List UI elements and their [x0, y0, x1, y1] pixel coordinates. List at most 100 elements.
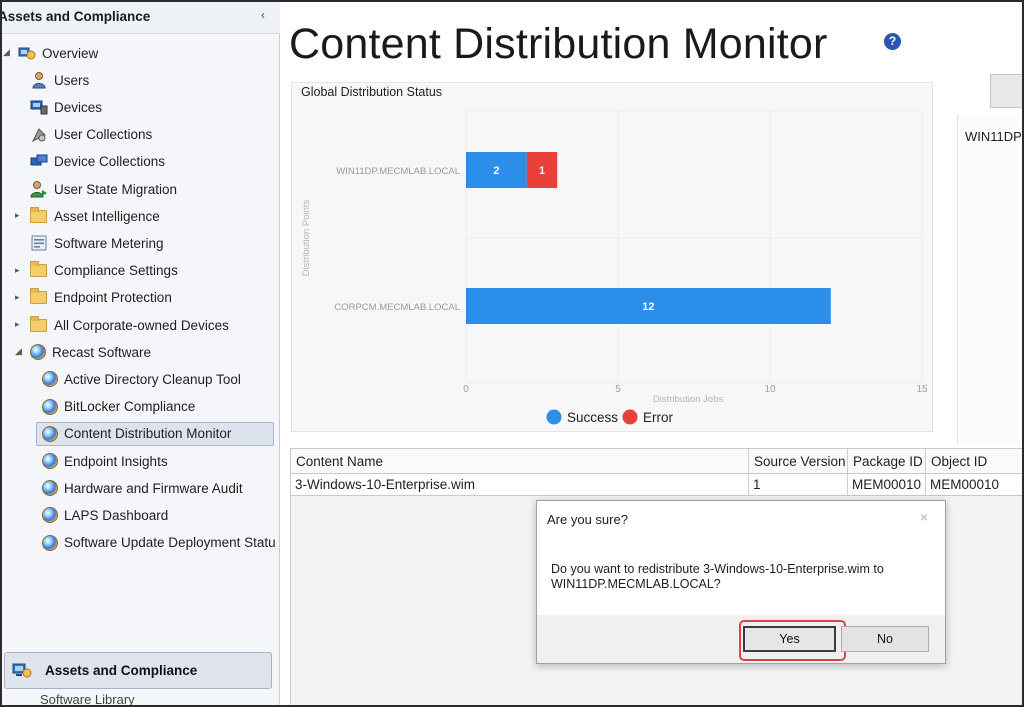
tree-item-endpoint-protection[interactable]: ▸ Endpoint Protection	[15, 286, 172, 310]
dialog-message: Do you want to redistribute 3-Windows-10…	[551, 562, 884, 591]
tree-item-label: Devices	[54, 99, 103, 115]
workspace-button-assets-and-compliance[interactable]: Assets and Compliance	[4, 652, 272, 689]
cell-package-id: MEM00010	[848, 474, 926, 495]
tree-item-label: Hardware and Firmware Audit	[64, 480, 243, 496]
tree-item-asset-intelligence[interactable]: ▸ Asset Intelligence	[15, 204, 160, 228]
legend-marker-error	[622, 409, 638, 425]
tree-item-hardware-and-firmware-audit[interactable]: Hardware and Firmware Audit	[42, 476, 243, 500]
tree-item-software-update-deployment-statu[interactable]: Software Update Deployment Statu	[42, 531, 276, 555]
tree-item-label: Recast Software	[52, 344, 152, 360]
cell-source-version: 1	[749, 474, 848, 495]
cell-content-name: 3-Windows-10-Enterprise.wim	[291, 474, 749, 495]
folder-icon	[30, 315, 47, 332]
legend-label-success: Success	[567, 410, 618, 425]
device-collections-icon	[30, 154, 48, 166]
x-axis-label: Distribution Jobs	[653, 394, 723, 405]
tree-item-content-distribution-monitor[interactable]: Content Distribution Monitor	[36, 421, 274, 446]
close-icon[interactable]: ×	[920, 509, 928, 525]
column-header-source-version[interactable]: Source Version	[749, 449, 848, 474]
expand-arrow-icon[interactable]: ▸	[15, 265, 20, 276]
tree-item-label: Users	[54, 72, 90, 88]
collapse-pane-icon[interactable]: ‹	[261, 8, 265, 22]
tree-item-label: User State Migration	[54, 181, 178, 197]
navigation-pane: Assets and Compliance ‹ ◢ Overview Users De…	[2, 2, 280, 705]
data-label-error-0: 1	[539, 165, 545, 177]
distribution-point-label: WIN11DP	[965, 129, 1022, 144]
tree-item-software-metering[interactable]: Software Metering	[30, 231, 164, 255]
grid-header: Content Name Source Version Package ID O…	[291, 448, 1022, 474]
tree-item-label: Active Directory Cleanup Tool	[64, 371, 241, 387]
tree-item-devices[interactable]: Devices	[30, 95, 102, 119]
distribution-point-panel: WIN11DP	[957, 114, 1022, 444]
tree-item-label: Compliance Settings	[54, 263, 178, 279]
tree-item-label: Endpoint Protection	[54, 290, 172, 306]
table-row[interactable]: 3-Windows-10-Enterprise.wim 1 MEM00010 M…	[291, 474, 1022, 496]
chart-title: Global Distribution Status	[301, 85, 443, 99]
tree-item-overview[interactable]: ◢ Overview	[3, 41, 99, 65]
data-label-success-1: 12	[642, 301, 654, 313]
users-icon	[32, 72, 46, 89]
folder-icon	[30, 206, 47, 223]
x-tick-label-10: 10	[764, 384, 776, 395]
tree-item-user-collections[interactable]: User Collections	[30, 123, 152, 147]
x-tick-label-5: 5	[615, 384, 621, 395]
tree-item-active-directory-cleanup-tool[interactable]: Active Directory Cleanup Tool	[42, 367, 241, 391]
tree-item-label: Endpoint Insights	[64, 453, 168, 469]
tree-item-user-state-migration[interactable]: User State Migration	[30, 177, 177, 201]
dialog-button-bar: Yes No	[537, 615, 945, 663]
tree-item-label: LAPS Dashboard	[64, 507, 169, 523]
x-tick-label-0: 0	[463, 384, 469, 395]
legend-marker-success	[546, 409, 562, 425]
navigation-header: Assets and Compliance ‹	[2, 2, 280, 34]
recast-orb-icon	[42, 425, 58, 442]
collapse-arrow-icon[interactable]: ◢	[3, 47, 10, 58]
software-metering-icon	[31, 235, 47, 251]
tree-item-endpoint-insights[interactable]: Endpoint Insights	[42, 449, 168, 473]
tree-item-laps-dashboard[interactable]: LAPS Dashboard	[42, 503, 168, 527]
no-button[interactable]: No	[841, 626, 929, 652]
recast-orb-icon	[42, 398, 58, 415]
console-window: Assets and Compliance ‹ ◢ Overview Users De…	[0, 0, 1024, 707]
confirm-redistribute-dialog: Are you sure? × Do you want to redistrib…	[536, 500, 946, 664]
dialog-title: Are you sure?	[547, 512, 628, 527]
global-distribution-status-chart: 2 1 WIN11DP.MECMLAB.LOCAL 12 CORPCM.MECMLAB.…	[291, 82, 933, 432]
column-header-content-name[interactable]: Content Name	[291, 449, 749, 474]
tree-item-compliance-settings[interactable]: ▸ Compliance Settings	[15, 259, 178, 283]
tree-item-label: Content Distribution Monitor	[64, 426, 232, 442]
tree-item-label: Device Collections	[54, 154, 166, 170]
user-collections-icon	[31, 127, 46, 142]
assets-and-compliance-icon	[12, 663, 32, 677]
collapse-arrow-icon[interactable]: ◢	[15, 346, 22, 357]
page-title: Content Distribution Monitor	[289, 20, 828, 68]
legend-label-error: Error	[643, 410, 674, 425]
recast-orb-icon	[42, 453, 58, 469]
expand-arrow-icon[interactable]: ▸	[15, 210, 20, 221]
folder-icon	[30, 288, 47, 305]
tree-item-label: All Corporate-owned Devices	[54, 317, 229, 333]
tree-item-bitlocker-compliance[interactable]: BitLocker Compliance	[42, 395, 195, 419]
workspace-button-software-library[interactable]: Software Library	[2, 692, 272, 705]
tree-item-all-corporate-owned-devices[interactable]: ▸ All Corporate-owned Devices	[15, 313, 229, 337]
category-label-1: CORPCM.MECMLAB.LOCAL	[334, 302, 460, 313]
tree-item-label: Overview	[42, 45, 99, 61]
tree-item-label: Software Metering	[54, 235, 164, 251]
yes-button[interactable]: Yes	[743, 626, 836, 652]
column-header-object-id[interactable]: Object ID	[926, 449, 1022, 474]
expand-arrow-icon[interactable]: ▸	[15, 319, 20, 330]
folder-icon	[30, 261, 47, 278]
toolbar-button[interactable]	[990, 74, 1022, 108]
help-icon[interactable]: ?	[884, 33, 901, 50]
column-header-package-id[interactable]: Package ID	[848, 449, 926, 474]
recast-orb-icon	[30, 344, 46, 361]
recast-orb-icon	[42, 534, 58, 551]
y-axis-label: Distribution Points	[301, 199, 312, 276]
tree-item-recast-software[interactable]: ◢ Recast Software	[15, 340, 152, 364]
tree-item-device-collections[interactable]: Device Collections	[30, 150, 165, 174]
tree-item-label: BitLocker Compliance	[64, 399, 196, 415]
expand-arrow-icon[interactable]: ▸	[15, 292, 20, 303]
recast-orb-icon	[42, 480, 58, 497]
user-state-migration-icon	[30, 181, 47, 198]
tree-item-users[interactable]: Users	[30, 68, 89, 92]
cell-object-id: MEM00010	[930, 477, 1000, 492]
x-tick-label-15: 15	[916, 384, 928, 395]
